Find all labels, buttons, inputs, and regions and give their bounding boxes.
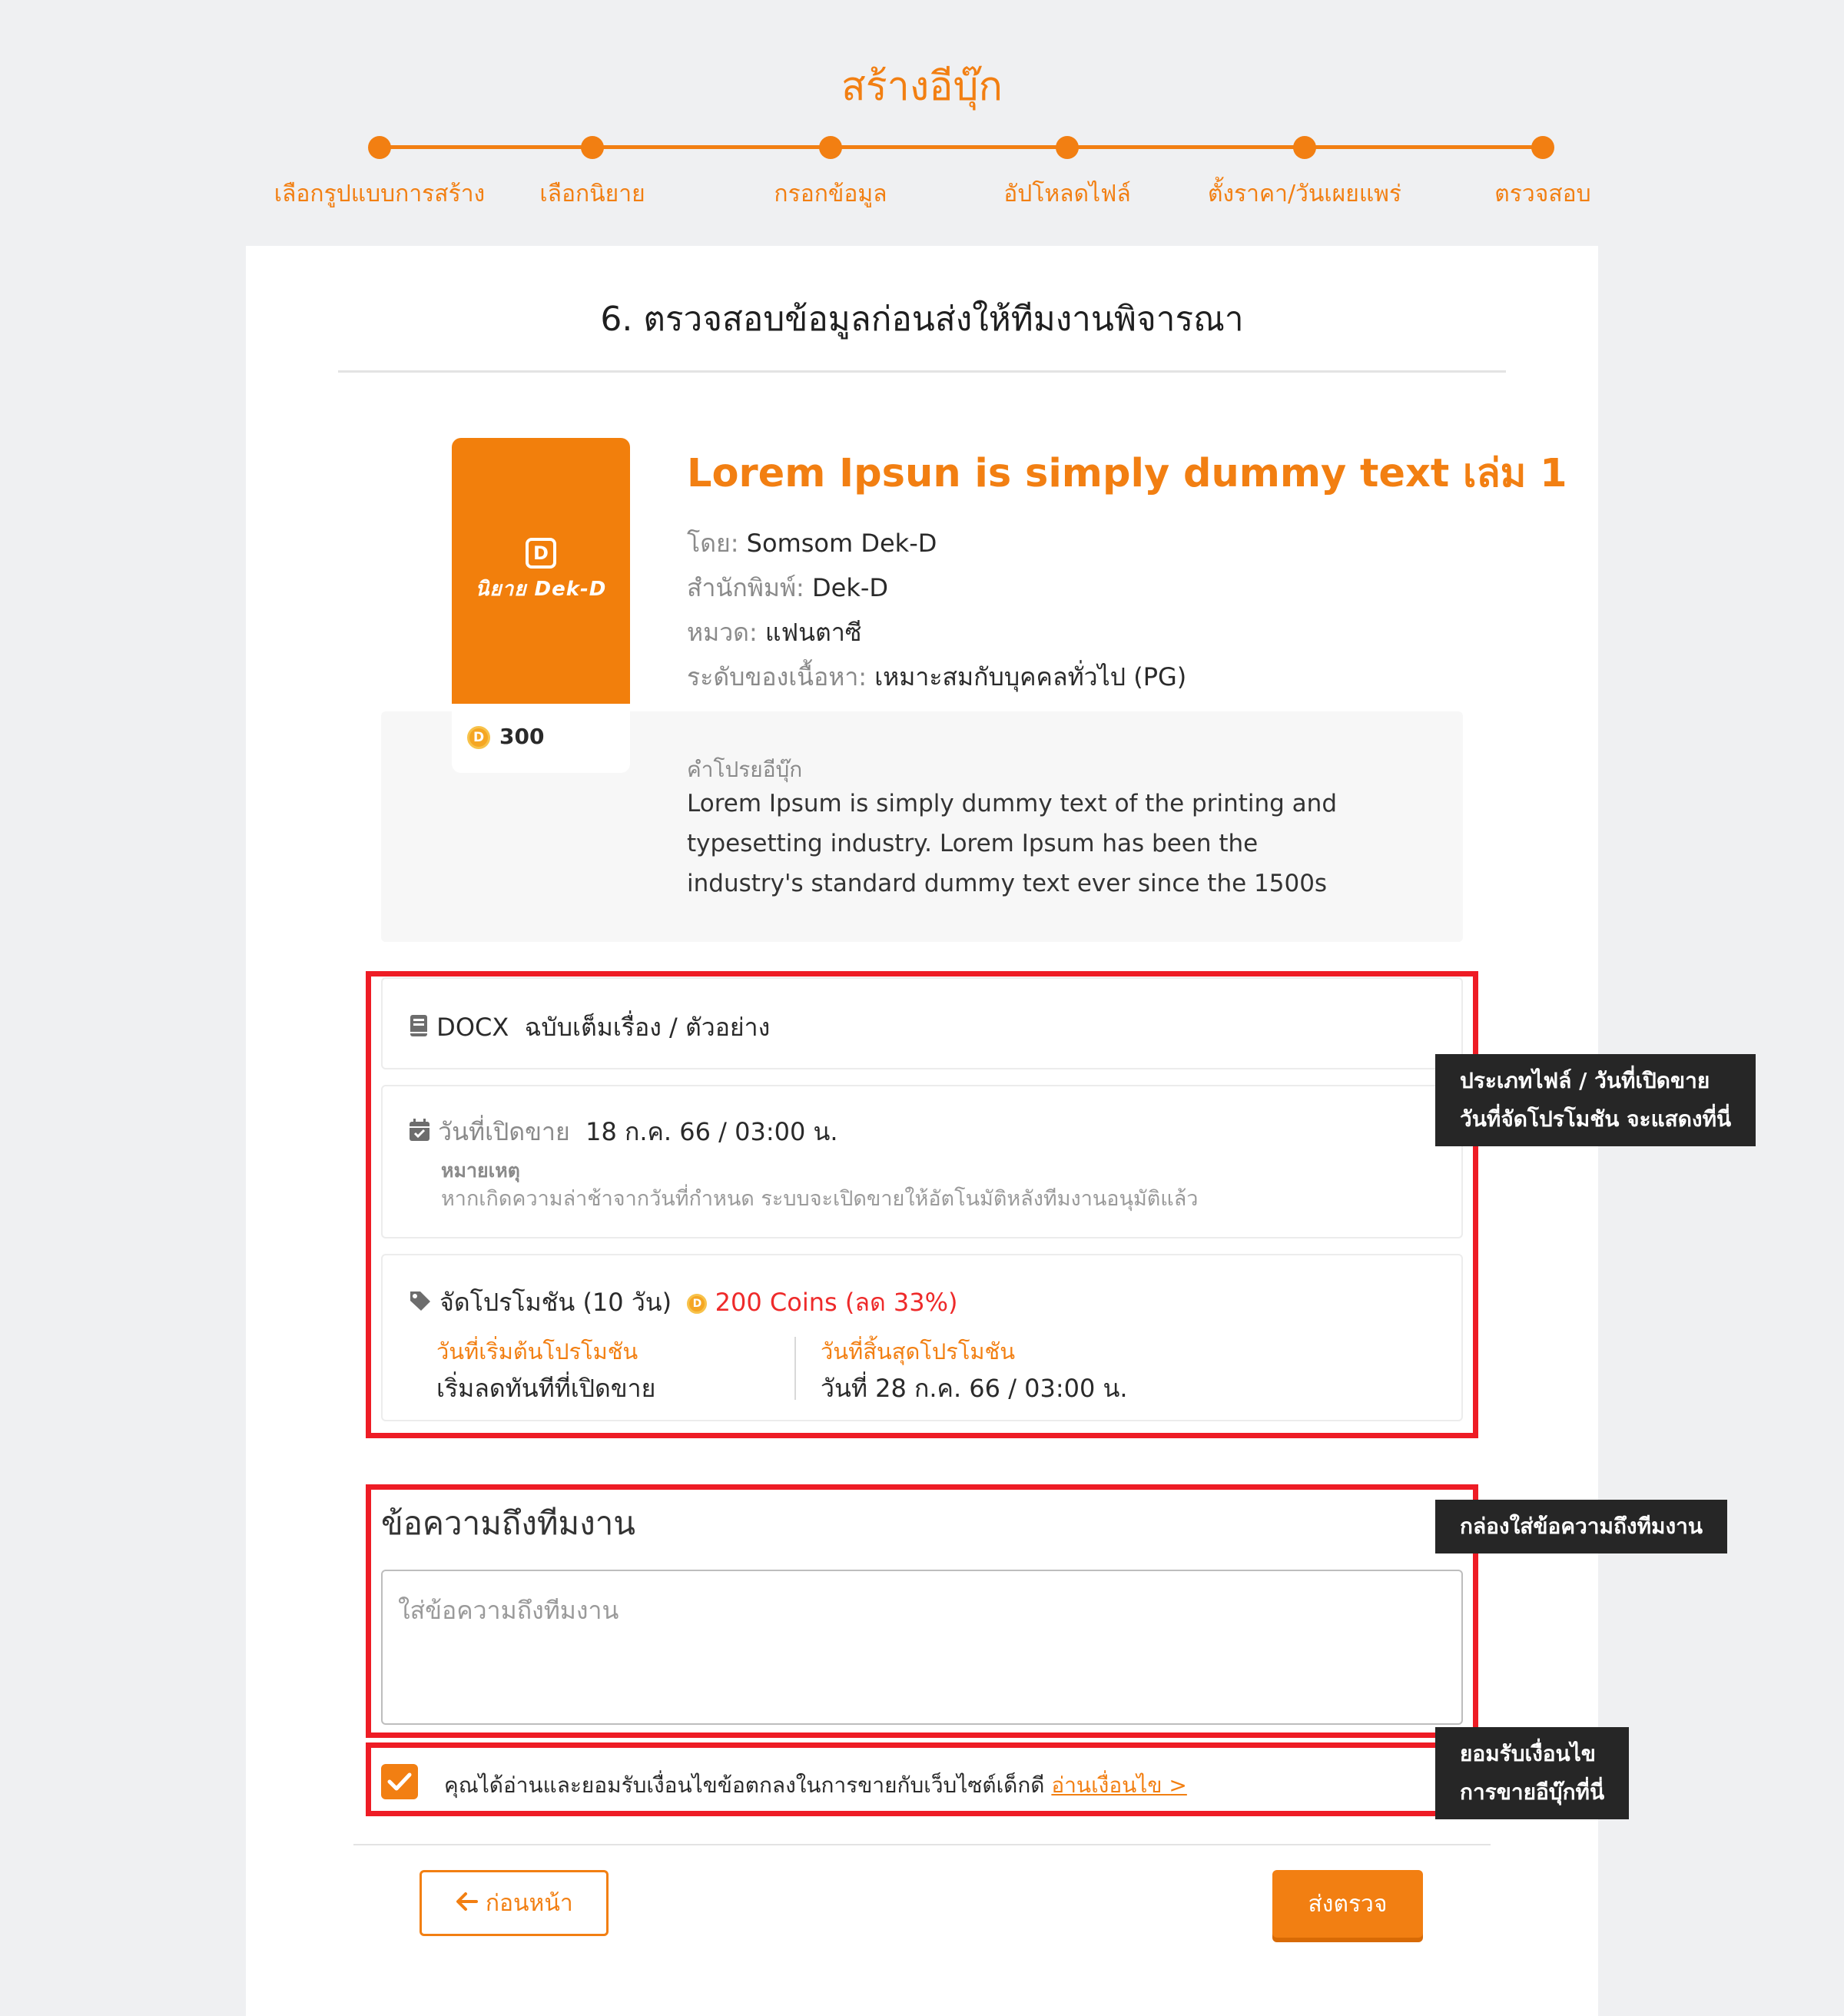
- step-label: กรอกข้อมูล: [774, 181, 887, 207]
- price-box: D 300: [452, 704, 630, 773]
- meta-label: หมวด:: [687, 618, 758, 647]
- back-button-label: ก่อนหน้า: [485, 1889, 573, 1917]
- description-label: คำโปรยอีบุ๊ก: [687, 757, 803, 782]
- highlight-message: [366, 1484, 1478, 1738]
- meta-label: สำนักพิมพ์:: [687, 573, 804, 602]
- step-upload-file[interactable]: อัปโหลดไฟล์: [944, 134, 1190, 212]
- page-title: สร้างอีบุ๊ก: [841, 64, 1003, 110]
- callout-line: วันที่จัดโปรโมชัน จะแสดงที่นี่: [1460, 1106, 1732, 1132]
- description-text: Lorem Ipsum is simply dummy text of the …: [687, 790, 1337, 897]
- price-row: D 300: [467, 724, 544, 749]
- cover-logo: D นิยาย Dek-D: [452, 538, 630, 605]
- meta-rating: ระดับของเนื้อหา: เหมาะสมกับบุคคลทั่วไป (…: [687, 658, 1186, 697]
- callout-message: กล่องใส่ข้อความถึงทีมงาน: [1435, 1500, 1728, 1553]
- step-dot: [1056, 136, 1079, 159]
- callout-line: กล่องใส่ข้อความถึงทีมงาน: [1460, 1514, 1703, 1539]
- meta-author: โดย: Somsom Dek-D: [687, 524, 937, 563]
- step-select-novel[interactable]: เลือกนิยาย: [469, 134, 715, 212]
- meta-label: โดย:: [687, 529, 739, 558]
- meta-value: Somsom Dek-D: [746, 529, 937, 558]
- callout-line: การขายอีบุ๊กที่นี่: [1460, 1779, 1605, 1805]
- cover-logo-text: นิยาย Dek-D: [475, 578, 607, 601]
- step-create-type[interactable]: เลือกรูปแบบการสร้าง: [257, 134, 502, 212]
- coin-icon: D: [467, 726, 490, 749]
- bottom-divider: [353, 1844, 1491, 1845]
- book-price: 300: [499, 724, 545, 749]
- section-title: 6. ตรวจสอบข้อมูลก่อนส่งให้ทีมงานพิจารณา: [600, 300, 1244, 339]
- step-label: ตรวจสอบ: [1494, 181, 1591, 207]
- meta-label: ระดับของเนื้อหา:: [687, 662, 867, 691]
- book-cover: D นิยาย Dek-D: [452, 438, 630, 704]
- book-title: Lorem Ipsun is simply dummy text เล่ม 1: [687, 451, 1567, 496]
- highlight-agreement: [366, 1742, 1478, 1816]
- title-divider: [338, 370, 1506, 373]
- dekd-logo-icon: D: [526, 538, 556, 569]
- progress-stepper: เลือกรูปแบบการสร้าง เลือกนิยาย กรอกข้อมู…: [0, 134, 1844, 211]
- meta-publisher: สำนักพิมพ์: Dek-D: [687, 569, 888, 608]
- step-dot: [819, 136, 842, 159]
- back-button[interactable]: ก่อนหน้า: [420, 1870, 609, 1936]
- submit-button[interactable]: ส่งตรวจ: [1272, 1870, 1423, 1938]
- step-dot: [1293, 136, 1316, 159]
- callout-line: ยอมรับเงื่อนไข: [1460, 1741, 1596, 1766]
- step-label: เลือกรูปแบบการสร้าง: [274, 181, 486, 207]
- meta-value: เหมาะสมกับบุคคลทั่วไป (PG): [874, 662, 1187, 691]
- step-label: เลือกนิยาย: [539, 181, 645, 207]
- callout-agreement: ยอมรับเงื่อนไข การขายอีบุ๊กที่นี่: [1435, 1727, 1630, 1819]
- meta-value: Dek-D: [811, 573, 889, 602]
- step-dot: [1531, 136, 1554, 159]
- highlight-file-info: [366, 971, 1478, 1438]
- step-label: อัปโหลดไฟล์: [1003, 181, 1131, 207]
- arrow-left-icon: [455, 1891, 479, 1918]
- meta-category: หมวด: แฟนตาซี: [687, 613, 862, 652]
- step-dot: [581, 136, 604, 159]
- step-review[interactable]: ตรวจสอบ: [1420, 134, 1666, 212]
- step-price-date[interactable]: ตั้งราคา/วันเผยแพร่: [1182, 134, 1428, 212]
- callout-file-info: ประเภทไฟล์ / วันที่เปิดขาย วันที่จัดโปรโ…: [1435, 1054, 1756, 1146]
- step-fill-info[interactable]: กรอกข้อมูล: [708, 134, 954, 212]
- step-label: ตั้งราคา/วันเผยแพร่: [1207, 181, 1402, 207]
- meta-value: แฟนตาซี: [764, 618, 862, 647]
- step-dot: [368, 136, 391, 159]
- callout-line: ประเภทไฟล์ / วันที่เปิดขาย: [1460, 1068, 1710, 1093]
